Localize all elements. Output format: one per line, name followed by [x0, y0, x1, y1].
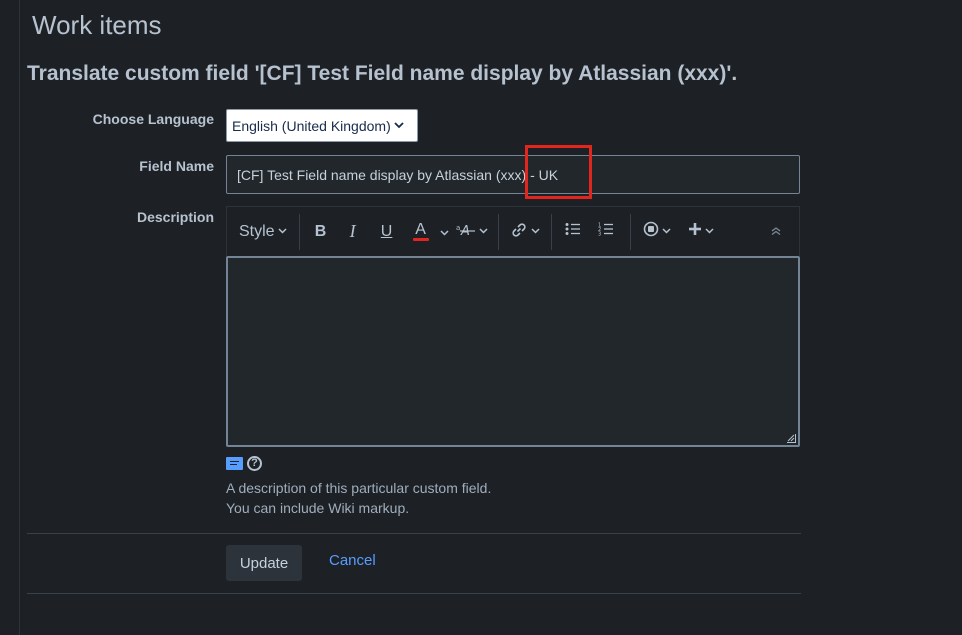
- page: Work items Translate custom field '[CF] …: [0, 0, 962, 635]
- chevron-down-icon: [531, 226, 540, 237]
- emoji-button[interactable]: [637, 214, 677, 250]
- toolbar-separator: [629, 213, 631, 250]
- chevron-down-icon: [394, 120, 404, 132]
- description-help-text-1: A description of this particular custom …: [226, 480, 492, 496]
- field-name-label: Field Name: [139, 158, 214, 174]
- chevron-down-icon: [662, 226, 671, 237]
- link-icon: [510, 221, 528, 242]
- language-selected-value: English (United Kingdom): [232, 117, 391, 134]
- bold-button[interactable]: B: [306, 214, 336, 250]
- description-help-text-2: You can include Wiki markup.: [226, 500, 410, 516]
- cancel-link[interactable]: Cancel: [329, 552, 376, 569]
- description-label: Description: [136, 209, 214, 225]
- double-chevron-up-icon: [770, 223, 782, 241]
- emoji-icon: [643, 221, 659, 242]
- field-name-value: [CF] Test Field name display by Atlassia…: [237, 166, 559, 183]
- more-formatting-button[interactable]: a A: [452, 214, 492, 250]
- toolbar-separator: [497, 213, 499, 250]
- toolbar-separator: [550, 213, 552, 250]
- svg-text:3: 3: [598, 232, 601, 237]
- bullet-list-icon: [565, 222, 581, 241]
- form-heading: Translate custom field '[CF] Test Field …: [27, 62, 738, 85]
- text-format-icon: a A: [456, 222, 476, 241]
- text-color-button[interactable]: A: [404, 214, 438, 250]
- bold-icon: B: [314, 222, 327, 240]
- choose-language-label: Choose Language: [92, 111, 214, 127]
- form-divider-bottom: [27, 593, 801, 594]
- bullet-list-button[interactable]: [558, 214, 588, 250]
- left-divider: [19, 0, 20, 635]
- insert-more-button[interactable]: [677, 214, 725, 250]
- numbered-list-icon: 1 2 3: [598, 222, 614, 241]
- toolbar-separator: [298, 213, 300, 250]
- text-mode-icon[interactable]: [226, 457, 243, 470]
- style-label: Style: [239, 222, 275, 240]
- editor-mode-icons: ?: [226, 456, 262, 471]
- text-color-dropdown[interactable]: [438, 214, 452, 250]
- plus-icon: [688, 222, 702, 241]
- form-divider-top: [27, 533, 801, 534]
- underline-button[interactable]: U: [370, 214, 404, 250]
- chevron-down-icon: [278, 226, 287, 237]
- help-icon[interactable]: ?: [247, 456, 262, 471]
- italic-button[interactable]: I: [336, 214, 370, 250]
- text-color-icon: A: [415, 220, 426, 238]
- style-dropdown[interactable]: Style: [227, 214, 293, 250]
- editor-toolbar: Style B I U A a A 1 2 3: [226, 206, 800, 256]
- chevron-down-icon: [705, 226, 714, 237]
- link-button[interactable]: [505, 214, 545, 250]
- resize-handle-icon[interactable]: [787, 434, 796, 443]
- text-color-bar: [412, 237, 429, 241]
- field-name-input[interactable]: [CF] Test Field name display by Atlassia…: [226, 155, 800, 194]
- highlight-annotation-box: [525, 145, 592, 199]
- collapse-toolbar-button[interactable]: [759, 214, 793, 250]
- update-button[interactable]: Update: [226, 545, 302, 581]
- chevron-down-icon: [479, 226, 488, 237]
- language-select[interactable]: English (United Kingdom): [226, 109, 418, 142]
- italic-icon: I: [349, 221, 356, 241]
- numbered-list-button[interactable]: 1 2 3: [588, 214, 624, 250]
- chevron-down-icon: [440, 223, 449, 241]
- description-editor[interactable]: [226, 256, 800, 447]
- page-title: Work items: [32, 10, 162, 40]
- underline-icon: U: [380, 222, 393, 240]
- svg-text:a: a: [456, 224, 460, 232]
- svg-text:A: A: [460, 224, 470, 236]
